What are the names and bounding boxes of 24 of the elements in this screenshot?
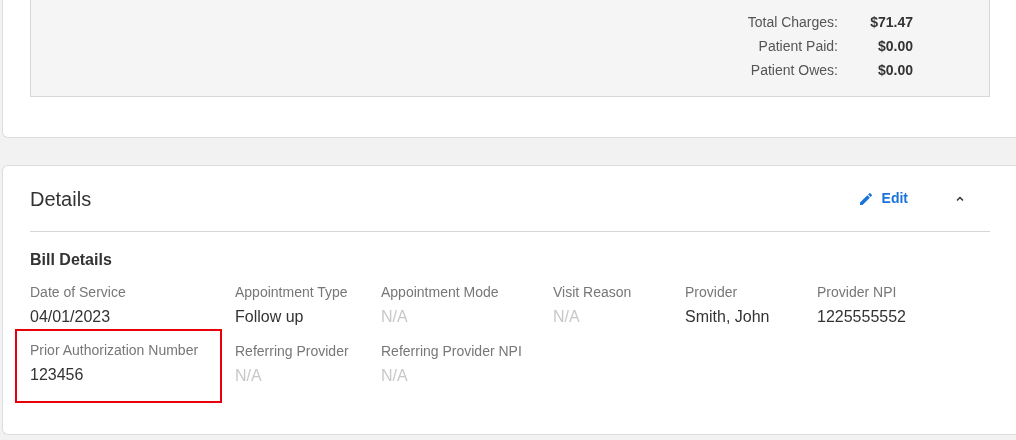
field-label: Provider NPI (817, 283, 898, 302)
summary-label: Patient Paid: (757, 37, 838, 56)
field-label: Referring Provider NPI (381, 342, 523, 361)
field-label: Referring Provider (235, 342, 350, 361)
field-label: Prior Authorization Number (30, 341, 200, 360)
field-label: Appointment Type (235, 283, 349, 302)
edit-link[interactable]: Edit (857, 188, 908, 209)
field-value: 04/01/2023 (30, 307, 112, 327)
field-value: Smith, John (685, 307, 771, 327)
summary-value: $71.47 (869, 13, 913, 32)
summary-label: Total Charges: (746, 13, 838, 32)
pencil-icon (857, 190, 874, 207)
field-label: Appointment Mode (381, 283, 500, 302)
summary-label: Patient Owes: (749, 61, 838, 80)
field-label: Visit Reason (553, 283, 633, 302)
field-value: Follow up (235, 307, 305, 327)
summary-value: $0.00 (876, 37, 913, 56)
subsection-title: Bill Details (30, 250, 113, 270)
section-title: Details (30, 186, 92, 212)
field-label: Provider (685, 283, 739, 302)
summary-value: $0.00 (876, 61, 913, 80)
field-value: 1225555552 (817, 307, 907, 327)
field-label: Date of Service (30, 283, 127, 302)
field-value: 123456 (30, 365, 85, 385)
